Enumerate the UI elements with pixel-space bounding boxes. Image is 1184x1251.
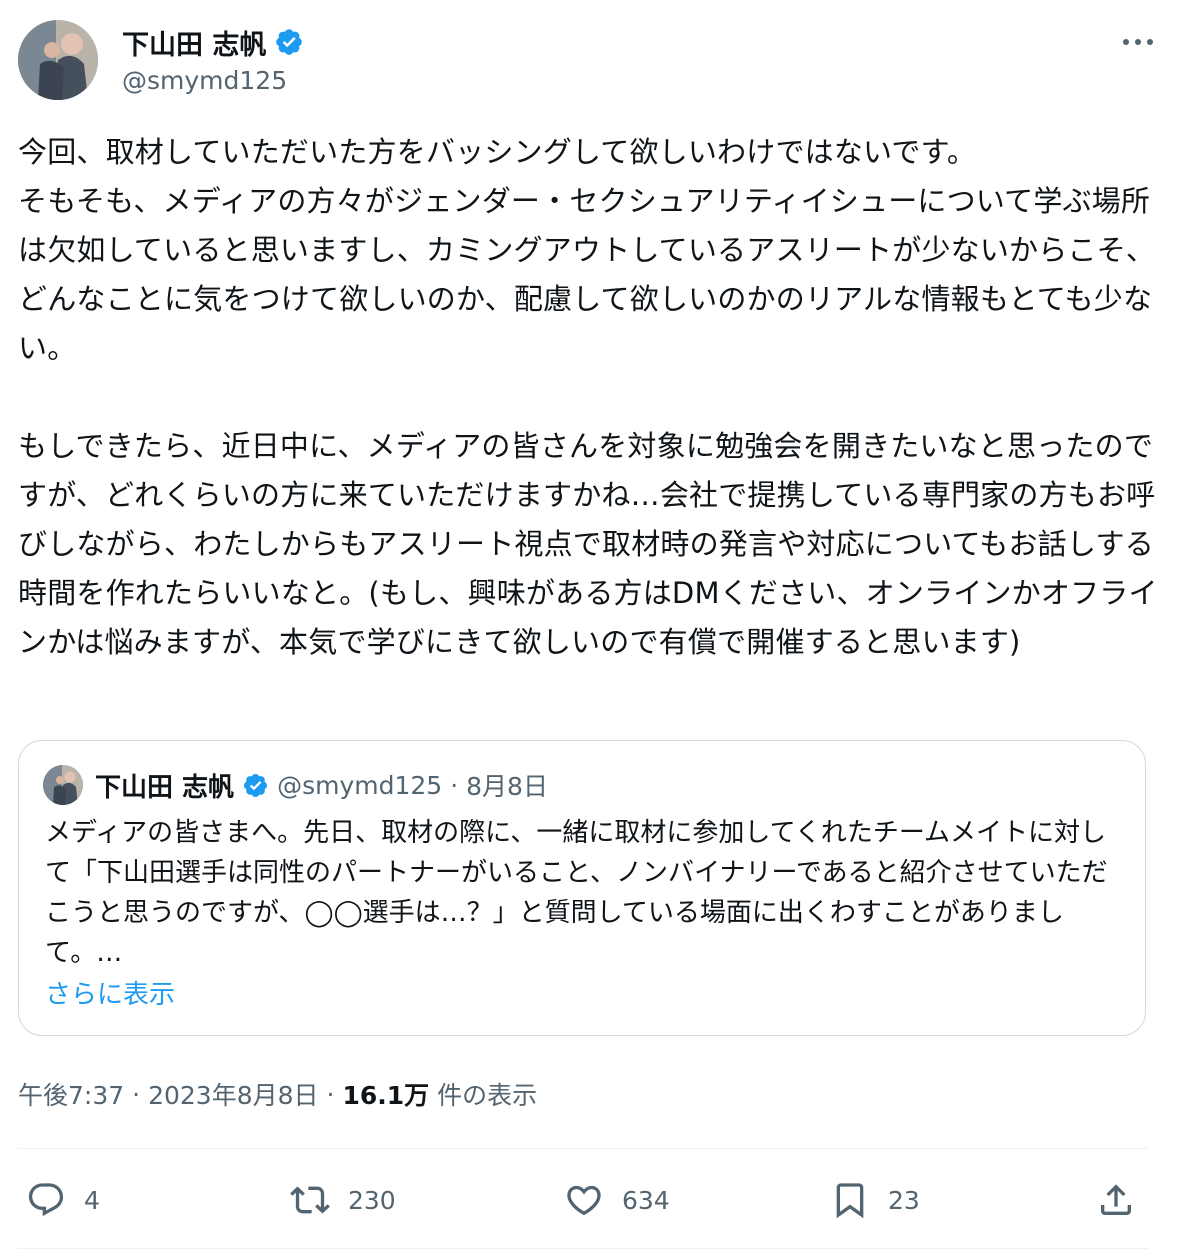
reply-count: 4 bbox=[84, 1185, 100, 1215]
quoted-avatar bbox=[43, 765, 83, 805]
quoted-handle: @smymd125 bbox=[277, 770, 443, 800]
quoted-tweet-header: 下山田 志帆 @smymd125 · 8月8日 bbox=[43, 765, 548, 805]
action-bar: 4 230 634 23 bbox=[18, 1168, 1148, 1232]
quoted-separator: · bbox=[450, 770, 459, 800]
bookmark-button[interactable]: 23 bbox=[830, 1168, 920, 1232]
bookmark-count: 23 bbox=[888, 1185, 920, 1215]
avatar[interactable] bbox=[18, 20, 98, 100]
show-more-link[interactable]: さらに表示 bbox=[45, 975, 175, 1015]
tweet-time[interactable]: 午後7:37 bbox=[18, 1076, 124, 1112]
like-button[interactable]: 634 bbox=[564, 1168, 670, 1232]
meta-separator: · bbox=[326, 1079, 335, 1109]
bookmark-icon bbox=[830, 1180, 870, 1220]
like-icon bbox=[564, 1180, 604, 1220]
repost-count: 230 bbox=[348, 1185, 396, 1215]
author-display-name[interactable]: 下山田 志帆 bbox=[122, 23, 266, 62]
more-icon[interactable] bbox=[1118, 28, 1158, 56]
avatar-photo bbox=[18, 20, 98, 100]
like-count: 634 bbox=[622, 1185, 670, 1215]
quoted-tweet[interactable]: 下山田 志帆 @smymd125 · 8月8日 メディアの皆さまへ。先日、取材の… bbox=[18, 740, 1146, 1036]
repost-icon bbox=[290, 1180, 330, 1220]
tweet-header: 下山田 志帆 @smymd125 bbox=[18, 20, 1158, 102]
divider bbox=[18, 1248, 1148, 1249]
reply-icon bbox=[26, 1180, 66, 1220]
tweet-text: 今回、取材していただいた方をバッシングして欲しいわけではないです。 そもそも、メ… bbox=[18, 135, 1158, 659]
reply-button[interactable]: 4 bbox=[26, 1168, 100, 1232]
quoted-display-name: 下山田 志帆 bbox=[95, 772, 235, 803]
share-icon bbox=[1096, 1180, 1136, 1220]
verified-icon bbox=[274, 27, 304, 57]
meta-separator: · bbox=[132, 1079, 141, 1109]
tweet-date[interactable]: 2023年8月8日 bbox=[148, 1076, 318, 1112]
share-button[interactable] bbox=[1096, 1168, 1136, 1232]
author-name-row: 下山田 志帆 bbox=[122, 22, 304, 62]
divider bbox=[18, 1148, 1148, 1149]
tweet-meta: 午後7:37 · 2023年8月8日 · 16.1万 件の表示 bbox=[18, 1074, 537, 1114]
views-count: 16.1万 bbox=[342, 1081, 430, 1110]
author-handle[interactable]: @smymd125 bbox=[122, 66, 287, 95]
views-label: 件の表示 bbox=[437, 1081, 538, 1110]
verified-icon bbox=[242, 772, 269, 799]
quoted-text: メディアの皆さまへ。先日、取材の際に、一緒に取材に参加してくれたチームメイトに対… bbox=[45, 818, 1108, 968]
repost-button[interactable]: 230 bbox=[290, 1168, 396, 1232]
quoted-date: 8月8日 bbox=[466, 772, 548, 801]
